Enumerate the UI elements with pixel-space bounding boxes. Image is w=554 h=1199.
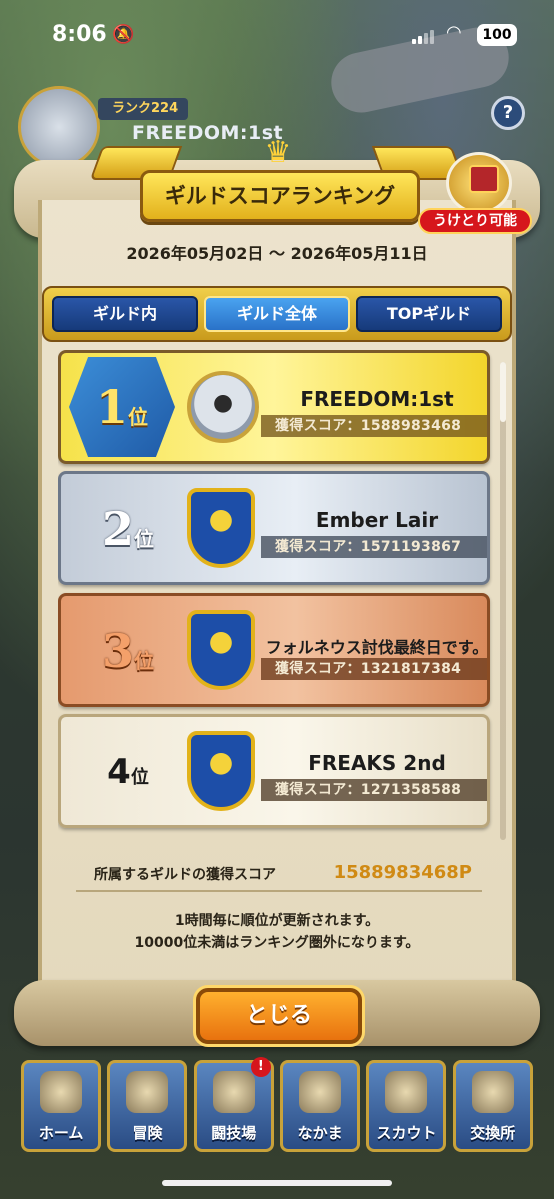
rank-number: 4 — [107, 752, 131, 792]
nav-label: 冒険 — [132, 1124, 163, 1142]
wifi-icon: ◠ — [446, 22, 462, 43]
alert-badge: ! — [250, 1057, 271, 1077]
treasure-chest-button[interactable] — [446, 152, 512, 214]
guild-score: 獲得スコア：1571193867 — [261, 536, 487, 558]
ranking-row[interactable]: 1 位 FREEDOM:1st 獲得スコア：1588983468 — [58, 350, 490, 464]
scout-portal-icon — [385, 1071, 428, 1113]
nav-adventure[interactable]: 冒険 — [107, 1060, 188, 1152]
signal-icon — [412, 28, 436, 44]
nav-label: なかま — [297, 1124, 343, 1142]
silver-rank-medal: 2 位 — [75, 486, 181, 572]
nav-label: ホーム — [38, 1124, 84, 1142]
crown-icon: ♛ — [264, 135, 292, 170]
modal-title: ギルドスコアランキング — [140, 170, 420, 222]
nav-home[interactable]: ホーム — [21, 1060, 102, 1152]
arena-castle-icon — [212, 1071, 255, 1113]
nav-scout[interactable]: スカウト — [366, 1060, 447, 1152]
tab-guild-internal[interactable]: ギルド内 — [52, 296, 198, 332]
treasure-chest-icon — [469, 165, 499, 193]
rank-number: 2 — [101, 502, 134, 556]
tab-top-guild[interactable]: TOPギルド — [356, 296, 502, 332]
reward-available-tag[interactable]: うけとり可能 — [418, 208, 532, 234]
own-score-value: 1588983468P — [333, 862, 472, 883]
guild-crest-icon — [187, 610, 255, 690]
nav-arena[interactable]: ! 闘技場 — [193, 1057, 274, 1152]
guild-crest-icon — [187, 371, 259, 443]
nav-exchange[interactable]: 交換所 — [452, 1060, 533, 1152]
rank-label: 4 位 — [75, 729, 181, 815]
adventure-cart-icon — [126, 1071, 169, 1113]
rank-number: 3 — [101, 624, 134, 678]
rank-suffix: 位 — [130, 767, 149, 788]
home-tent-icon — [40, 1071, 83, 1113]
guild-name: フォルネウス討伐最終日です。 — [265, 638, 489, 657]
close-button[interactable]: とじる — [196, 988, 362, 1044]
battery-indicator: 100 — [477, 24, 517, 46]
rank-suffix: 位 — [134, 526, 154, 551]
tab-guild-all[interactable]: ギルド全体 — [204, 296, 350, 332]
guild-emblem[interactable] — [18, 86, 100, 168]
ranking-tabs: ギルド内 ギルド全体 TOPギルド — [42, 286, 512, 342]
ranking-notes: 1時間毎に順位が更新されます。 10000位未満はランキング圏外になります。 — [38, 910, 516, 954]
guild-crest-icon — [187, 488, 255, 568]
ranking-row[interactable]: 3 位 フォルネウス討伐最終日です。 獲得スコア：1321817384 — [58, 593, 490, 707]
status-bar: 8:06 🔕 ◠ 100 — [0, 0, 554, 70]
own-score-label: 所属するギルドの獲得スコア — [94, 867, 276, 883]
note-line: 10000位未満はランキング圏外になります。 — [134, 935, 420, 951]
guild-crest-icon — [187, 731, 255, 811]
rank-number: 1 — [95, 380, 128, 434]
own-guild-score: 所属するギルドの獲得スコア 1588983468P — [76, 858, 482, 892]
guild-score: 獲得スコア：1588983468 — [261, 415, 487, 437]
nav-label: スカウト — [376, 1124, 437, 1142]
ranking-scrollbar[interactable] — [500, 362, 506, 840]
ranking-list[interactable]: 1 位 FREEDOM:1st 獲得スコア：1588983468 2 位 Emb… — [58, 350, 498, 842]
rank-suffix: 位 — [128, 404, 148, 429]
bottom-nav: ホーム 冒険 ! 闘技場 なかま スカウト 交換所 — [0, 1057, 554, 1160]
guild-name: FREEDOM:1st — [300, 387, 454, 411]
nav-label: 交換所 — [470, 1124, 516, 1142]
guild-name: FREAKS 2nd — [308, 751, 446, 775]
gold-rank-medal: 1 位 — [69, 357, 175, 457]
nav-label: 闘技場 — [211, 1124, 257, 1142]
bronze-rank-medal: 3 位 — [75, 608, 181, 694]
nav-party[interactable]: なかま — [280, 1060, 361, 1152]
note-line: 1時間毎に順位が更新されます。 — [174, 913, 380, 929]
bell-muted-icon: 🔕 — [112, 24, 135, 45]
date-range: 2026年05月02日 ～ 2026年05月11日 — [126, 244, 428, 263]
guild-score: 獲得スコア：1321817384 — [261, 658, 487, 680]
guild-score: 獲得スコア：1271358588 — [261, 779, 487, 801]
exchange-monster-icon — [471, 1071, 514, 1113]
party-monster-icon — [299, 1071, 342, 1113]
status-time: 8:06 — [52, 22, 107, 47]
scrollbar-thumb[interactable] — [500, 362, 506, 422]
home-indicator — [162, 1180, 392, 1186]
ranking-row[interactable]: 4 位 FREAKS 2nd 獲得スコア：1271358588 — [58, 714, 490, 828]
guild-rank-label: ランク224 — [98, 98, 188, 120]
rank-suffix: 位 — [134, 648, 154, 673]
help-button[interactable]: ? — [491, 96, 525, 130]
ranking-row[interactable]: 2 位 Ember Lair 獲得スコア：1571193867 — [58, 471, 490, 585]
guild-name: Ember Lair — [315, 508, 439, 532]
